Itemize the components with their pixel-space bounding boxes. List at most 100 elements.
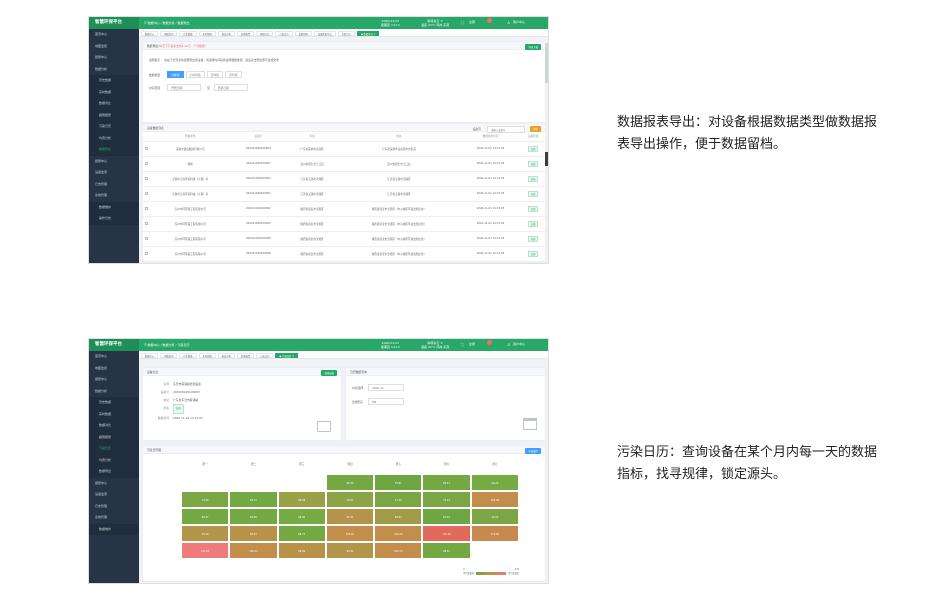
tab[interactable]: 超限报警: [237, 30, 255, 36]
sidebar-item[interactable]: 数据导出: [89, 466, 139, 478]
user-icon[interactable]: ♙: [507, 20, 511, 25]
tab[interactable]: 实时数据: [198, 352, 216, 358]
sidebar-item[interactable]: 数据分析: [89, 386, 139, 398]
sidebar-item[interactable]: 地图监控: [89, 363, 139, 375]
calendar-day-cell[interactable]: 106.46: [374, 525, 423, 542]
calendar-day-cell[interactable]: 69.47: [181, 508, 230, 525]
data-type-option[interactable]: 月均值: [225, 71, 242, 78]
sidebar-item[interactable]: 数据导出: [89, 144, 139, 156]
row-checkbox[interactable]: [143, 216, 150, 232]
tab[interactable]: 地图监控: [160, 30, 178, 36]
fullscreen-icon[interactable]: ⛶: [461, 342, 464, 347]
calendar-day-cell[interactable]: 95.24: [325, 508, 375, 525]
calendar-day-cell[interactable]: 72.00: [470, 508, 519, 525]
checkbox-header[interactable]: [143, 132, 150, 142]
calendar-day-cell[interactable]: 74.46: [181, 491, 230, 508]
calendar-day-cell[interactable]: 73.22: [422, 491, 471, 508]
calendar-day-cell[interactable]: 66.20: [470, 474, 519, 491]
sidebar-item[interactable]: 实时数据: [89, 408, 139, 420]
search-input[interactable]: 请输入设备号: [487, 126, 525, 133]
sidebar-item[interactable]: 日志管理: [89, 501, 139, 513]
tab[interactable]: 历史数据: [179, 352, 197, 358]
tab[interactable]: 报表分析: [217, 30, 236, 36]
calendar-day-cell[interactable]: 95.26: [181, 525, 230, 542]
user-icon[interactable]: ♙: [507, 342, 511, 347]
tab[interactable]: 污染日历: [275, 30, 293, 36]
row-checkbox[interactable]: [143, 231, 150, 247]
table-row[interactable]: 鼎峰 202011040100007 贵州省铜仁市江口县 贵州省铜仁市江口县 2020-…: [143, 156, 545, 172]
data-type-option[interactable]: 小时均值: [185, 71, 205, 78]
row-checkbox[interactable]: [143, 201, 150, 217]
table-row[interactable]: 深圳市建设集团有限公司 202011040100004 广东省深圳市龙岗区 广东省深圳…: [143, 141, 545, 157]
tab[interactable]: 数据中心: [141, 352, 159, 358]
calendar-day-cell[interactable]: 176.50: [422, 525, 471, 542]
row-checkbox[interactable]: [143, 186, 150, 202]
fullscreen-icon[interactable]: ⛶: [461, 20, 464, 25]
scrollbar[interactable]: [545, 43, 548, 83]
calendar-day-cell[interactable]: 102.48: [470, 491, 519, 508]
metric-select[interactable]: PM: [368, 398, 405, 405]
search-button[interactable]: 搜索: [530, 126, 541, 132]
calendar-day-cell[interactable]: 98.69: [277, 542, 326, 559]
user-menu[interactable]: 用户中心: [513, 20, 525, 24]
date-end-input[interactable]: 结束日期: [213, 84, 248, 91]
calendar-day-cell[interactable]: 78.91: [325, 491, 375, 508]
sidebar-item[interactable]: 历史数据: [89, 397, 139, 409]
sidebar-item[interactable]: 日志管理: [89, 179, 139, 191]
calendar-day-cell[interactable]: 63.16: [422, 508, 471, 525]
calendar-day-cell[interactable]: 68.30: [325, 474, 375, 491]
tab[interactable]: 数据对比: [256, 30, 274, 36]
row-checkbox[interactable]: [143, 141, 150, 157]
scrollbar-thumb[interactable]: [545, 152, 548, 166]
calendar-day-cell[interactable]: 105.65: [325, 525, 375, 542]
sidebar-item[interactable]: 操作日志: [89, 213, 139, 225]
sidebar-item[interactable]: 报警中心: [89, 374, 139, 386]
notice-badge-icon[interactable]: [487, 18, 492, 23]
sidebar-item[interactable]: 地图监控: [89, 41, 139, 53]
tab[interactable]: ● 污染日历 ×: [275, 352, 298, 358]
sidebar-item[interactable]: 首页中心: [89, 351, 139, 363]
sidebar-item[interactable]: 超限报警: [89, 431, 139, 443]
tab[interactable]: 地图监控: [160, 352, 178, 358]
month-picker[interactable]: 2020-11: [368, 384, 405, 391]
calendar-day-cell[interactable]: 69.58: [229, 508, 278, 525]
row-checkbox[interactable]: [143, 171, 150, 187]
tab[interactable]: 历史数据: [179, 30, 197, 36]
table-row[interactable]: 无锡市江南环境科技（无锡）有 202011040100003 江苏省无锡市滨湖区 江苏…: [143, 171, 545, 187]
calendar-day-cell[interactable]: 68.61: [422, 542, 471, 559]
user-menu[interactable]: 用户中心: [513, 342, 525, 346]
sidebar-item[interactable]: 均值分析: [89, 132, 139, 144]
export-image-button[interactable]: 导出图片: [525, 448, 541, 454]
tab[interactable]: 超限报警: [237, 352, 255, 358]
sidebar-item[interactable]: 污染日历: [89, 443, 139, 455]
sidebar-item[interactable]: 数据维护: [89, 201, 139, 213]
sidebar-item[interactable]: 实时数据: [89, 86, 139, 98]
table-row[interactable]: 苏州中环环保工程有限公司 202011040100008 陕西省延安市宝塔区 陕西省延…: [143, 246, 545, 262]
calendar-day-cell[interactable]: 66.46: [277, 508, 326, 525]
data-type-option[interactable]: 日均值: [206, 71, 224, 78]
tab[interactable]: 污染日历: [256, 352, 274, 358]
calendar-day-cell[interactable]: 106.72: [374, 542, 423, 559]
table-row[interactable]: 东莞·鼎莱202010230100003广东省东莞市麻涌镇广东省东莞市麻涌镇20…: [143, 261, 545, 263]
calendar-day-cell[interactable]: 75.81: [374, 474, 423, 491]
sidebar-item[interactable]: 报警中心: [89, 478, 139, 490]
tab[interactable]: 报表分析: [217, 352, 236, 358]
sidebar-item[interactable]: 报警中心: [89, 52, 139, 64]
calendar-day-cell[interactable]: 93.40: [325, 542, 375, 559]
calendar-day-cell[interactable]: 116.83: [470, 525, 519, 542]
sidebar-item[interactable]: 数据分析: [89, 64, 139, 76]
data-type-option[interactable]: 分钟值: [167, 71, 184, 78]
sidebar-item[interactable]: 污染日历: [89, 121, 139, 133]
calendar-day-cell[interactable]: 71.15: [374, 491, 423, 508]
tab[interactable]: ● 数据导出 ×: [356, 30, 380, 36]
row-checkbox[interactable]: [143, 261, 150, 263]
tab[interactable]: 设备数据导出: [313, 30, 336, 36]
table-row[interactable]: 无锡市江南环境科技（无锡）有 202011040100001 江苏省无锡市滨湖区 江苏…: [143, 186, 545, 202]
sidebar-item[interactable]: 超限报警: [89, 109, 139, 121]
calendar-day-cell[interactable]: 68.73: [277, 525, 326, 542]
sidebar-item[interactable]: 数据对比: [89, 420, 139, 432]
sidebar-item[interactable]: 系统管理: [89, 512, 139, 524]
row-checkbox[interactable]: [143, 246, 150, 262]
sidebar-item[interactable]: 报警中心: [89, 156, 139, 168]
tab[interactable]: 数据中心: [141, 30, 159, 36]
